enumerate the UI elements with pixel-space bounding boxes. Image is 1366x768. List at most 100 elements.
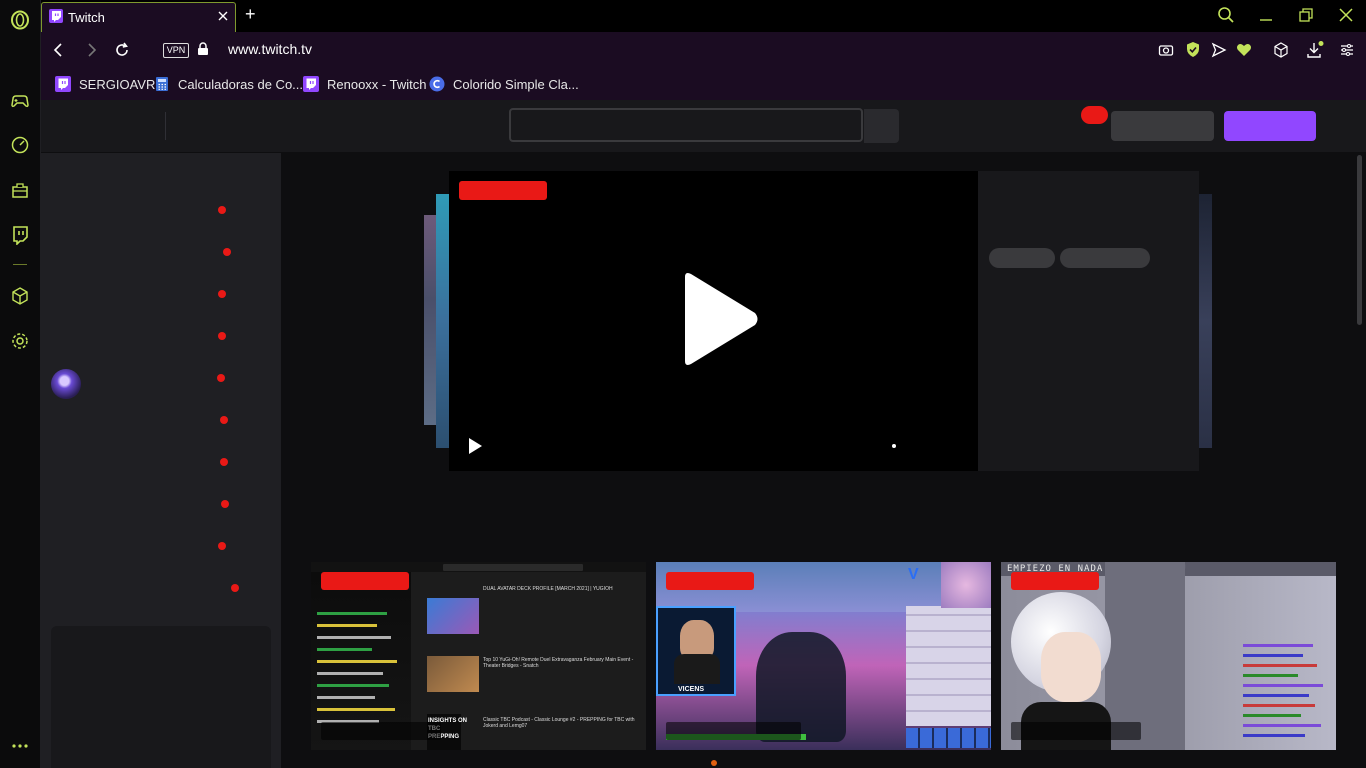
- tag-pill[interactable]: [989, 248, 1055, 268]
- notification-badge[interactable]: [1081, 106, 1108, 124]
- thumbnail-logo: V: [908, 566, 919, 583]
- reload-icon[interactable]: [114, 42, 130, 58]
- lock-icon[interactable]: [197, 42, 209, 56]
- address-bar: VPN www.twitch.tv: [41, 32, 1366, 68]
- vpn-badge[interactable]: VPN: [163, 43, 189, 58]
- live-badge: [459, 181, 547, 200]
- opera-logo-icon[interactable]: [10, 10, 30, 30]
- thumbnail-chat: [1233, 640, 1333, 750]
- live-badge: [321, 572, 409, 590]
- browser-sidebar: [0, 0, 41, 768]
- tab-twitch[interactable]: Twitch: [41, 2, 236, 32]
- play-icon[interactable]: [681, 271, 761, 367]
- thumbnail-inventory: [906, 728, 991, 748]
- twitch-top-nav: [41, 100, 1366, 153]
- cube-icon[interactable]: [10, 286, 30, 306]
- stream-title-bar: [321, 722, 441, 740]
- bookmark-sergioavr[interactable]: SERGIOAVR: [55, 75, 155, 93]
- tag-pill[interactable]: [1060, 248, 1150, 268]
- live-indicator: [218, 206, 226, 214]
- live-indicator: [221, 500, 229, 508]
- thumbnail-minimap: [941, 562, 991, 608]
- restore-icon[interactable]: [1298, 7, 1314, 23]
- close-icon[interactable]: [216, 9, 230, 23]
- stream-title-bar: [1011, 722, 1141, 740]
- stream-title-bar: [666, 722, 801, 740]
- search-input[interactable]: [509, 108, 863, 142]
- loading-indicator: [892, 444, 896, 448]
- briefcase-icon[interactable]: [10, 180, 30, 200]
- send-icon[interactable]: [1211, 42, 1227, 58]
- bookmark-label: Colorido Simple Cla...: [453, 76, 579, 92]
- bookmark-label: SERGIOAVR: [79, 76, 156, 92]
- rail-divider: [13, 264, 27, 265]
- twitch-icon: [303, 76, 319, 92]
- easy-setup-icon[interactable]: [1339, 42, 1355, 58]
- featured-video-player[interactable]: [449, 171, 978, 471]
- nav-divider: [165, 112, 166, 140]
- search-icon[interactable]: [1217, 6, 1235, 24]
- video-title: DUAL AVATAR DECK PROFILE [MARCH 2021] | …: [483, 586, 613, 592]
- thumbnail-search: [443, 564, 583, 571]
- followed-channels-sidebar: [41, 153, 281, 768]
- thumbnail-wall: [906, 606, 991, 726]
- live-indicator: [231, 584, 239, 592]
- gear-icon[interactable]: [10, 331, 30, 351]
- sidebar-promo-panel: [51, 626, 271, 768]
- login-button[interactable]: [1111, 111, 1214, 141]
- loading-indicator: [711, 760, 717, 766]
- overlay-text: VICENS: [678, 686, 705, 693]
- thumbnail-video-1: [427, 598, 479, 634]
- bookmark-calculadoras[interactable]: Calculadoras de Co...: [154, 75, 303, 93]
- twitch-icon: [49, 9, 63, 23]
- calculator-icon: [154, 76, 170, 92]
- back-icon[interactable]: [51, 42, 67, 58]
- heart-icon[interactable]: [1236, 42, 1252, 57]
- twitch-icon: [55, 76, 71, 92]
- c-circle-icon: [429, 76, 445, 92]
- live-indicator: [217, 374, 225, 382]
- avatar[interactable]: [51, 369, 81, 399]
- signup-button[interactable]: [1224, 111, 1316, 141]
- more-icon[interactable]: [10, 736, 30, 756]
- live-indicator: [218, 542, 226, 550]
- camera-icon[interactable]: [1158, 42, 1174, 58]
- live-indicator: [223, 248, 231, 256]
- cube-icon[interactable]: [1273, 42, 1289, 58]
- page-scrollbar[interactable]: [1357, 155, 1362, 325]
- speedometer-icon[interactable]: [10, 135, 30, 155]
- bookmark-renooxx[interactable]: Renooxx - Twitch: [303, 75, 426, 93]
- stream-card-dual-avatar[interactable]: INSIGHTS ON TBC PREPPING DUAL AVATAR DEC…: [311, 562, 646, 750]
- video-title: Top 10 YuGi-Oh! Remote Duel Extravaganza…: [483, 657, 634, 669]
- minimize-icon[interactable]: [1258, 8, 1274, 22]
- live-indicator: [218, 290, 226, 298]
- thumbnail-avatar-face: [1041, 632, 1101, 702]
- bookmark-colorido[interactable]: Colorido Simple Cla...: [429, 75, 579, 93]
- thumbnail-video-2: [427, 656, 479, 692]
- live-indicator: [218, 332, 226, 340]
- window-close-icon[interactable]: [1338, 7, 1354, 23]
- live-indicator: [220, 458, 228, 466]
- url-text[interactable]: www.twitch.tv: [228, 41, 312, 57]
- tab-strip: [41, 0, 1366, 32]
- live-indicator: [220, 416, 228, 424]
- bookmarks-bar: SERGIOAVR Calculadoras de Co... Renooxx …: [41, 68, 1366, 100]
- search-button[interactable]: [864, 109, 899, 143]
- live-badge: [1011, 572, 1099, 590]
- new-tab-button[interactable]: +: [245, 4, 256, 25]
- live-badge: [666, 572, 754, 590]
- twitch-icon[interactable]: [10, 225, 30, 245]
- download-icon[interactable]: [1306, 41, 1324, 59]
- bookmark-label: Renooxx - Twitch: [327, 76, 427, 92]
- tab-title: Twitch: [68, 10, 105, 25]
- bookmark-label: Calculadoras de Co...: [178, 76, 304, 92]
- featured-stream-info: [978, 171, 1199, 471]
- forward-icon[interactable]: [83, 42, 99, 58]
- shield-icon[interactable]: [1185, 41, 1201, 58]
- stream-card-fortnite[interactable]: VICENS V: [656, 562, 991, 750]
- stream-card-anime-avatar[interactable]: EMPIEZO EN NADA... ESPERA TU: [1001, 562, 1336, 750]
- play-small-icon[interactable]: [467, 437, 483, 455]
- video-title: Classic TBC Podcast - Classic Lounge #2 …: [483, 717, 635, 729]
- thumbnail-webcam: [656, 606, 736, 696]
- gamepad-icon[interactable]: [10, 91, 30, 111]
